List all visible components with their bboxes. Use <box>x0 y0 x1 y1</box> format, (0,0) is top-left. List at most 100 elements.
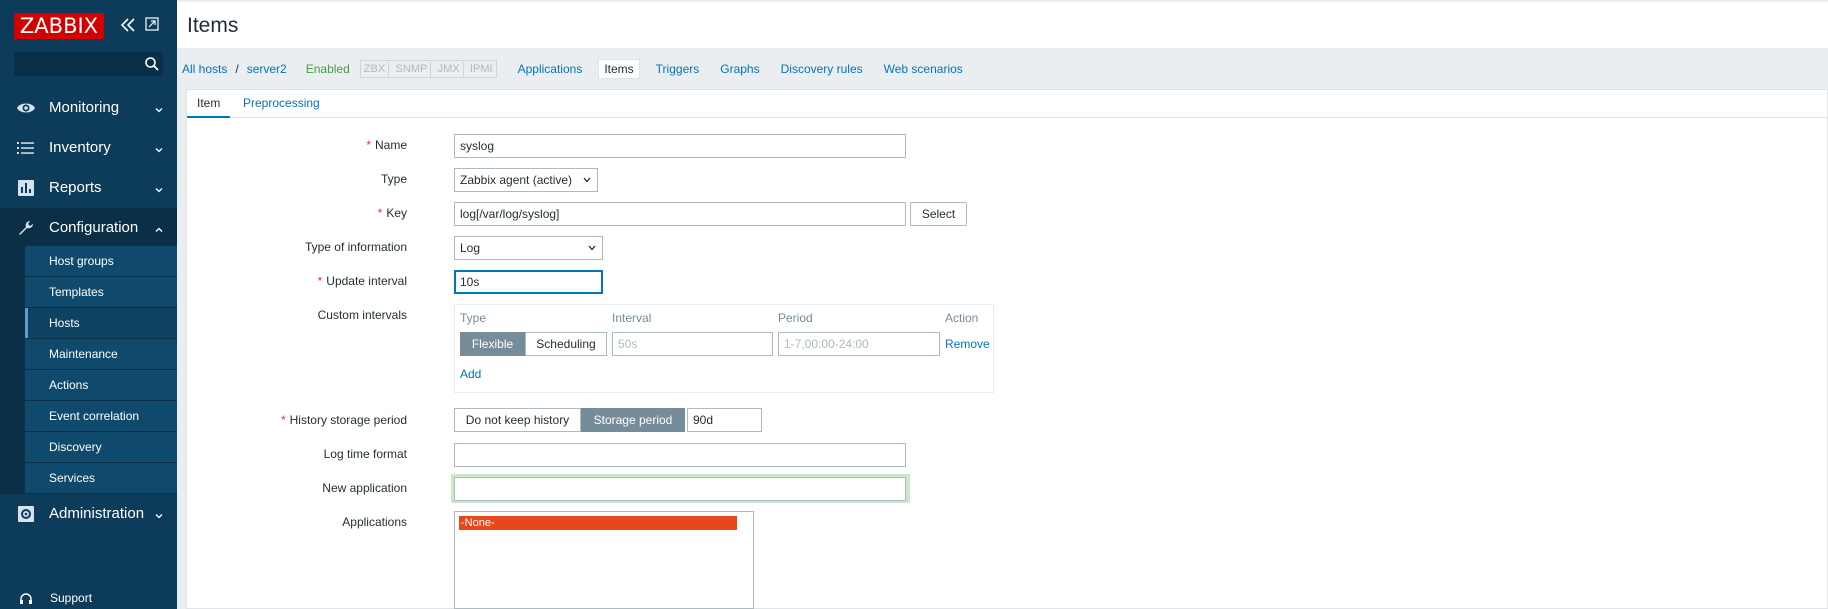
interval-placeholder: 50s <box>618 337 638 351</box>
support-label: Support <box>50 591 93 605</box>
wrench-icon <box>16 219 36 237</box>
host-navigation: All hosts / server2 Enabled ZBX SNMP JMX… <box>182 56 968 82</box>
required-marker: * <box>366 138 371 152</box>
menu-configuration[interactable]: Configuration <box>0 208 177 248</box>
required-marker: * <box>317 274 323 288</box>
sidebar-search-input[interactable] <box>14 52 163 76</box>
menu-monitoring[interactable]: Monitoring <box>0 88 177 128</box>
chevron-down-icon <box>583 177 591 183</box>
chevron-up-icon <box>154 222 164 232</box>
menu-reports-label: Reports <box>49 179 102 196</box>
tab-item[interactable]: Item <box>187 90 231 118</box>
custom-intervals-table: Type Interval Period Action Flexible Sch… <box>454 304 994 393</box>
page-title: Items <box>187 14 239 37</box>
form-tabs: Item Preprocessing <box>187 90 1827 118</box>
key-select-button[interactable]: Select <box>910 202 967 226</box>
submenu-item-event-correlation[interactable]: Event correlation <box>25 401 177 432</box>
applications-label: Applications <box>342 515 407 529</box>
badge-zbx: ZBX <box>361 62 390 77</box>
nav-tab-web-scenarios[interactable]: Web scenarios <box>879 60 968 78</box>
nav-tab-graphs[interactable]: Graphs <box>715 60 764 78</box>
breadcrumb-all-hosts[interactable]: All hosts <box>182 62 227 76</box>
submenu-item-discovery[interactable]: Discovery <box>25 432 177 463</box>
custom-intervals-label: Custom intervals <box>317 308 407 322</box>
menu-reports[interactable]: Reports <box>0 168 177 208</box>
breadcrumb-host[interactable]: server2 <box>247 62 287 76</box>
configuration-submenu: Host groups Templates Hosts Maintenance … <box>0 246 177 494</box>
item-form: Item Preprocessing * Name syslog Type Zab… <box>186 89 1828 609</box>
nav-tab-items[interactable]: Items <box>598 59 640 79</box>
nav-tab-applications[interactable]: Applications <box>513 60 588 78</box>
tab-preprocessing[interactable]: Preprocessing <box>233 90 330 118</box>
period-placeholder: 1-7,00:00-24:00 <box>784 337 869 351</box>
chevron-down-icon <box>154 142 164 153</box>
gear-icon <box>16 505 36 523</box>
custom-period-input[interactable]: 1-7,00:00-24:00 <box>778 332 940 356</box>
log-time-format-input[interactable] <box>454 443 906 467</box>
submenu-item-maintenance[interactable]: Maintenance <box>25 339 177 370</box>
menu-inventory[interactable]: Inventory <box>0 128 177 168</box>
bar-chart-icon <box>16 179 36 197</box>
ci-header-interval: Interval <box>612 311 652 325</box>
submenu-item-host-groups[interactable]: Host groups <box>25 246 177 277</box>
update-interval-label: * Update interval <box>318 274 407 288</box>
menu-inventory-label: Inventory <box>49 139 111 156</box>
application-option[interactable]: -None- <box>459 516 737 530</box>
submenu-item-hosts[interactable]: Hosts <box>25 308 177 339</box>
breadcrumb-separator: / <box>235 62 239 76</box>
host-status-badge[interactable]: Enabled <box>306 62 350 76</box>
nav-tab-triggers[interactable]: Triggers <box>651 60 705 78</box>
required-marker: * <box>280 413 286 427</box>
submenu-item-services[interactable]: Services <box>25 463 177 494</box>
submenu-item-actions[interactable]: Actions <box>25 370 177 401</box>
list-icon <box>16 139 36 157</box>
menu-administration-label: Administration <box>49 505 145 522</box>
history-period-input[interactable]: 90d <box>687 408 762 432</box>
submenu-item-templates[interactable]: Templates <box>25 277 177 308</box>
storage-period-toggle[interactable]: Storage period <box>581 408 685 432</box>
remove-interval-link[interactable]: Remove <box>945 337 990 351</box>
chevron-down-icon <box>154 508 164 519</box>
type-select[interactable]: Zabbix agent (active) <box>454 168 598 192</box>
search-icon[interactable] <box>144 56 160 72</box>
name-input[interactable]: syslog <box>454 134 906 158</box>
update-interval-label-text: Update interval <box>326 274 407 288</box>
support-link[interactable]: Support <box>0 588 177 609</box>
key-label-text: Key <box>386 206 407 220</box>
flexible-toggle[interactable]: Flexible <box>460 332 525 356</box>
key-input[interactable]: log[/var/log/syslog] <box>454 202 906 226</box>
applications-listbox[interactable]: -None- <box>454 511 754 609</box>
availability-badges: ZBX SNMP JMX IPMI <box>359 60 497 78</box>
history-storage-label: * History storage period <box>281 413 407 427</box>
required-marker: * <box>377 206 383 220</box>
type-label: Type <box>380 172 407 186</box>
type-of-information-value: Log <box>460 241 481 255</box>
badge-snmp: SNMP <box>393 62 432 77</box>
collapse-sidebar-icon[interactable] <box>120 16 136 34</box>
ci-header-period: Period <box>778 311 813 325</box>
sidebar: ZABBIX Monitoring Inventory Reports Conf… <box>0 0 177 609</box>
type-of-information-select[interactable]: Log <box>454 236 603 260</box>
scheduling-toggle[interactable]: Scheduling <box>525 332 607 356</box>
new-application-input[interactable] <box>454 477 906 501</box>
chevron-down-icon <box>154 182 164 193</box>
kiosk-mode-icon[interactable] <box>145 17 159 31</box>
headset-icon <box>19 592 33 606</box>
type-select-value: Zabbix agent (active) <box>460 173 573 187</box>
ci-header-action: Action <box>945 311 979 325</box>
menu-configuration-label: Configuration <box>49 219 139 236</box>
chevron-down-icon <box>588 245 596 251</box>
menu-administration[interactable]: Administration <box>0 494 177 534</box>
do-not-keep-history-toggle[interactable]: Do not keep history <box>454 408 581 432</box>
type-of-information-label: Type of information <box>304 240 407 254</box>
update-interval-input[interactable]: 10s <box>454 270 603 294</box>
custom-interval-input[interactable]: 50s <box>612 332 773 356</box>
name-label: * Name <box>366 138 407 152</box>
key-label: * Key <box>378 206 407 220</box>
ci-header-type: Type <box>460 311 487 325</box>
app: ZABBIX Monitoring Inventory Reports Conf… <box>0 0 1828 609</box>
nav-tab-discovery-rules[interactable]: Discovery rules <box>776 60 868 78</box>
add-interval-link[interactable]: Add <box>460 367 481 381</box>
zabbix-logo[interactable]: ZABBIX <box>14 13 104 39</box>
name-label-text: Name <box>374 138 407 152</box>
